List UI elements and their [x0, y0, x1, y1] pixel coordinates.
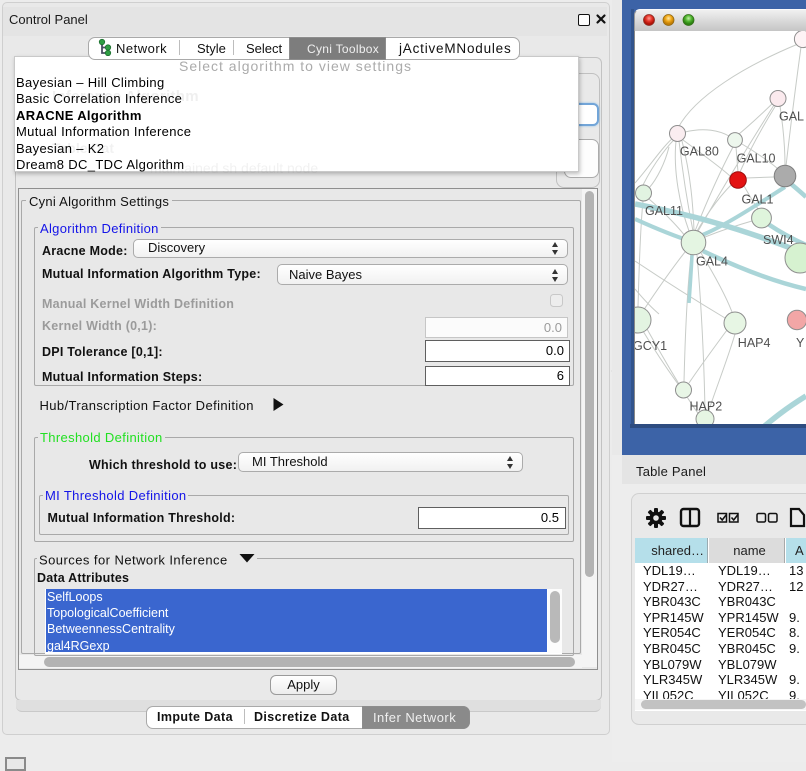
svg-text:GAL4: GAL4 [696, 255, 728, 269]
svg-text:GAL1: GAL1 [742, 193, 774, 207]
svg-text:HAP2: HAP2 [690, 400, 723, 414]
svg-text:GAL10: GAL10 [737, 152, 776, 166]
svg-text:GAL: GAL [779, 110, 804, 124]
svg-text:Y: Y [796, 336, 805, 350]
svg-text:SWI4: SWI4 [763, 233, 794, 247]
svg-text:GCY1: GCY1 [635, 339, 667, 353]
svg-text:GAL80: GAL80 [680, 144, 719, 158]
svg-text:HAP4: HAP4 [738, 336, 771, 350]
svg-text:GAL11: GAL11 [645, 204, 683, 218]
